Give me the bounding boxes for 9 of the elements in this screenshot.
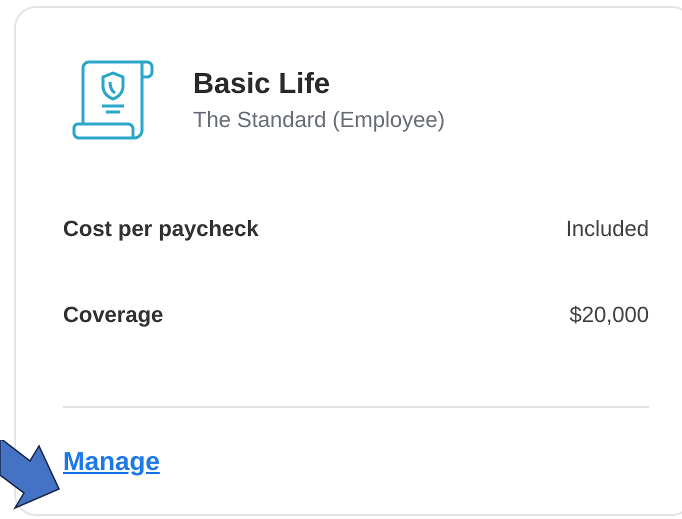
detail-label: Coverage — [63, 302, 164, 328]
policy-scroll-icon — [71, 58, 155, 142]
plan-title: Basic Life — [193, 68, 331, 100]
provider-text: The Standard (Employee) — [193, 106, 445, 132]
manage-link[interactable]: Manage — [63, 446, 160, 477]
detail-label: Cost per paycheck — [63, 216, 259, 242]
pointer-arrow — [0, 440, 60, 510]
detail-value: $20,000 — [569, 302, 649, 328]
detail-value: Included — [566, 216, 649, 242]
